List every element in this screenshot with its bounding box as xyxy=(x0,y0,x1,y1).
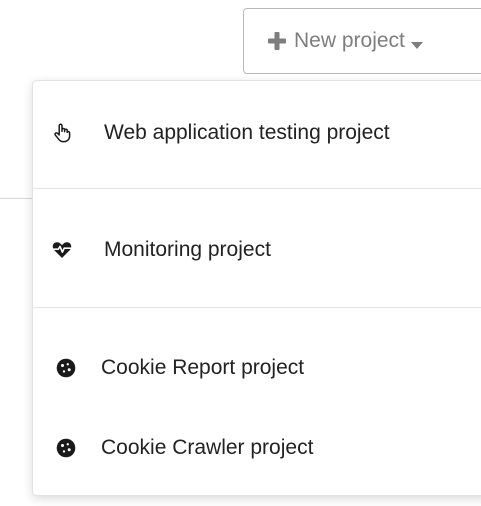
menu-item-label: Monitoring project xyxy=(104,238,271,261)
menu-item-label: Cookie Crawler project xyxy=(101,436,314,459)
menu-divider xyxy=(33,188,481,189)
page: New project Web application testing proj… xyxy=(0,0,481,506)
menu-item-monitoring[interactable]: Monitoring project xyxy=(33,227,481,273)
new-project-dropdown-menu: Web application testing project Monitori… xyxy=(32,80,481,496)
cookie-icon xyxy=(56,358,76,378)
new-project-button[interactable]: New project xyxy=(243,8,481,74)
caret-down-icon xyxy=(410,37,423,49)
new-project-label: New project xyxy=(294,29,405,52)
cookie-icon xyxy=(56,438,76,458)
menu-item-label: Web application testing project xyxy=(104,121,390,144)
heartbeat-icon xyxy=(52,240,72,260)
menu-item-cookie-report[interactable]: Cookie Report project xyxy=(33,345,481,391)
plus-icon xyxy=(268,32,286,50)
menu-item-label: Cookie Report project xyxy=(101,356,305,379)
hand-pointer-icon xyxy=(52,123,72,143)
menu-divider xyxy=(33,307,481,308)
menu-item-web-application-testing[interactable]: Web application testing project xyxy=(33,109,481,157)
menu-item-cookie-crawler[interactable]: Cookie Crawler project xyxy=(33,425,481,471)
